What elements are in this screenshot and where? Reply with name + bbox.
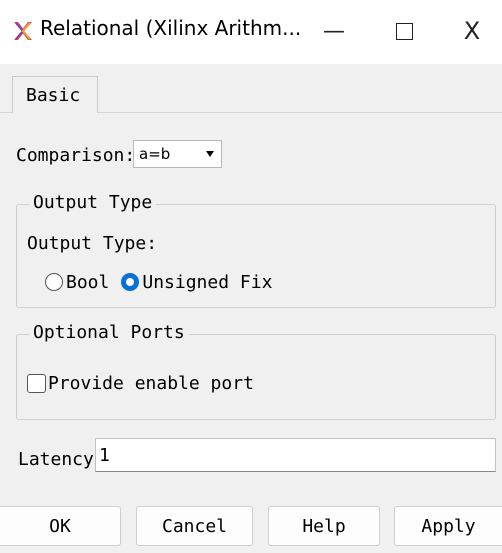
title-bar: Relational (Xilinx Arithm... — X [0,0,502,64]
cancel-button[interactable]: Cancel [136,506,253,546]
tab-strip: Basic [0,64,502,113]
dropdown-arrow-icon [206,151,214,157]
enable-port-option: Provide enable port [27,373,254,394]
tab-basic[interactable]: Basic [12,76,98,113]
tab-basic-label: Basic [26,84,81,106]
comparison-value: a=b [139,145,171,163]
optional-ports-group: Optional Ports Provide enable port [16,322,496,420]
apply-button[interactable]: Apply [394,506,502,546]
radio-unsigned-fix-label[interactable]: Unsigned Fix [142,272,272,293]
output-type-legend: Output Type [29,192,157,213]
maximize-icon [395,22,413,40]
help-button-label: Help [302,515,346,537]
latency-value: 1 [99,444,110,466]
ok-button[interactable]: OK [0,506,121,546]
radio-bool-label[interactable]: Bool [66,272,109,293]
xilinx-logo-icon [14,22,32,40]
apply-button-label: Apply [421,515,476,537]
minimize-icon: — [323,18,345,44]
output-type-radio-group: Bool Unsigned Fix [45,271,272,293]
comparison-label: Comparison: [16,145,136,166]
output-type-label: Output Type: [27,233,158,254]
minimize-button[interactable]: — [314,8,354,54]
output-type-group: Output Type Output Type: Bool Unsigned F… [16,192,496,308]
close-button[interactable]: X [452,8,492,54]
window-title: Relational (Xilinx Arithm... [40,16,302,40]
radio-bool[interactable] [45,273,63,291]
enable-port-checkbox[interactable] [27,374,46,393]
ok-button-label: OK [49,515,71,537]
radio-unsigned-fix[interactable] [121,273,140,291]
latency-label: Latency [18,449,94,470]
enable-port-label[interactable]: Provide enable port [48,373,254,394]
latency-input[interactable]: 1 [95,438,496,472]
close-icon: X [463,17,481,45]
maximize-button[interactable] [384,8,424,54]
optional-ports-legend: Optional Ports [29,322,189,343]
comparison-select[interactable]: a=b [133,140,222,168]
help-button[interactable]: Help [268,506,380,546]
cancel-button-label: Cancel [161,515,228,537]
